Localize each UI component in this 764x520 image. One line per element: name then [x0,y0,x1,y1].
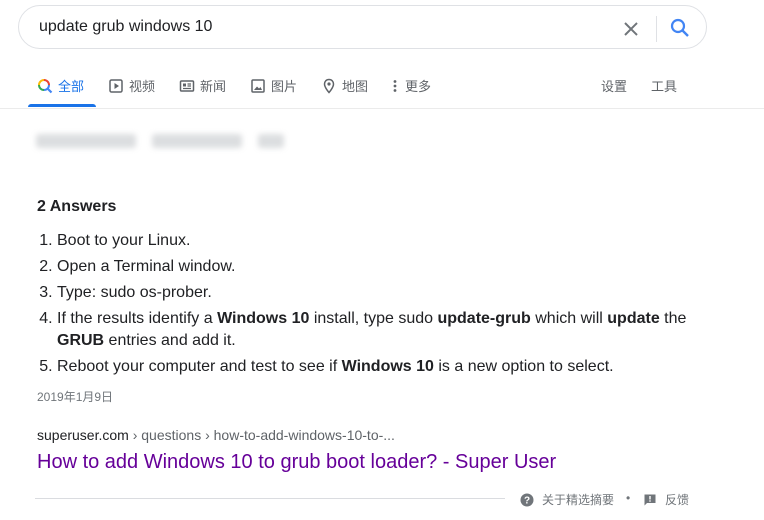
answers-title: 2 Answers [37,198,117,215]
tab-more-label: 更多 [405,79,432,94]
help-icon: ? [520,493,534,507]
search-divider [656,16,657,42]
map-pin-icon [321,78,337,94]
feedback-icon [643,493,657,507]
tab-settings-label: 设置 [601,79,628,94]
about-label: 关于精选摘要 [542,493,615,507]
search-box[interactable]: update grub windows 10 [18,5,707,49]
svg-text:?: ? [524,495,530,506]
about-featured-snippets-button[interactable]: ? 关于精选摘要 [520,491,614,508]
footer-separator: • [626,491,631,505]
result-breadcrumb: superuser.com › questions › how-to-add-w… [37,427,395,443]
search-icon[interactable] [668,16,692,40]
tab-tools[interactable]: 工具 [651,76,677,95]
list-item: Type: sudo os-prober. [57,282,697,304]
tab-news-label: 新闻 [200,79,227,94]
tab-all[interactable]: 全部 [37,76,84,95]
clear-icon[interactable] [619,17,643,41]
tab-settings[interactable]: 设置 [601,76,627,95]
search-input[interactable]: update grub windows 10 [39,18,212,36]
active-tab-indicator [28,104,96,107]
snippet-divider [35,498,505,499]
feedback-label: 反馈 [665,493,690,507]
tab-images-label: 图片 [271,79,298,94]
tab-all-label: 全部 [58,79,85,94]
result-title-link[interactable]: How to add Windows 10 to grub boot loade… [37,451,556,474]
steps-list: Boot to your Linux. Open a Terminal wind… [37,230,697,382]
multicolor-search-icon [37,78,53,94]
video-icon [108,78,124,94]
news-icon [179,78,195,94]
list-item: Reboot your computer and test to see if … [57,356,697,378]
tab-videos[interactable]: 视频 [108,76,155,95]
list-item: Open a Terminal window. [57,256,697,278]
feedback-button[interactable]: 反馈 [643,491,689,508]
tab-more[interactable]: 更多 [390,76,431,95]
tab-news[interactable]: 新闻 [179,76,226,95]
blurred-heading [36,134,306,156]
tab-maps[interactable]: 地图 [321,76,368,95]
list-item: Boot to your Linux. [57,230,697,252]
tab-maps-label: 地图 [342,79,369,94]
result-domain: superuser.com [37,427,129,443]
tab-videos-label: 视频 [129,79,156,94]
tab-images[interactable]: 图片 [250,76,297,95]
result-path: › questions › how-to-add-windows-10-to-.… [128,427,395,443]
snippet-date: 2019年1月9日 [37,390,114,404]
more-vert-icon [390,78,400,94]
tab-tools-label: 工具 [651,79,678,94]
search-tabs: 全部 视频 新闻 图片 地图 更多 设置 工具 [0,62,764,109]
image-icon [250,78,266,94]
list-item: If the results identify a Windows 10 ins… [57,308,697,352]
